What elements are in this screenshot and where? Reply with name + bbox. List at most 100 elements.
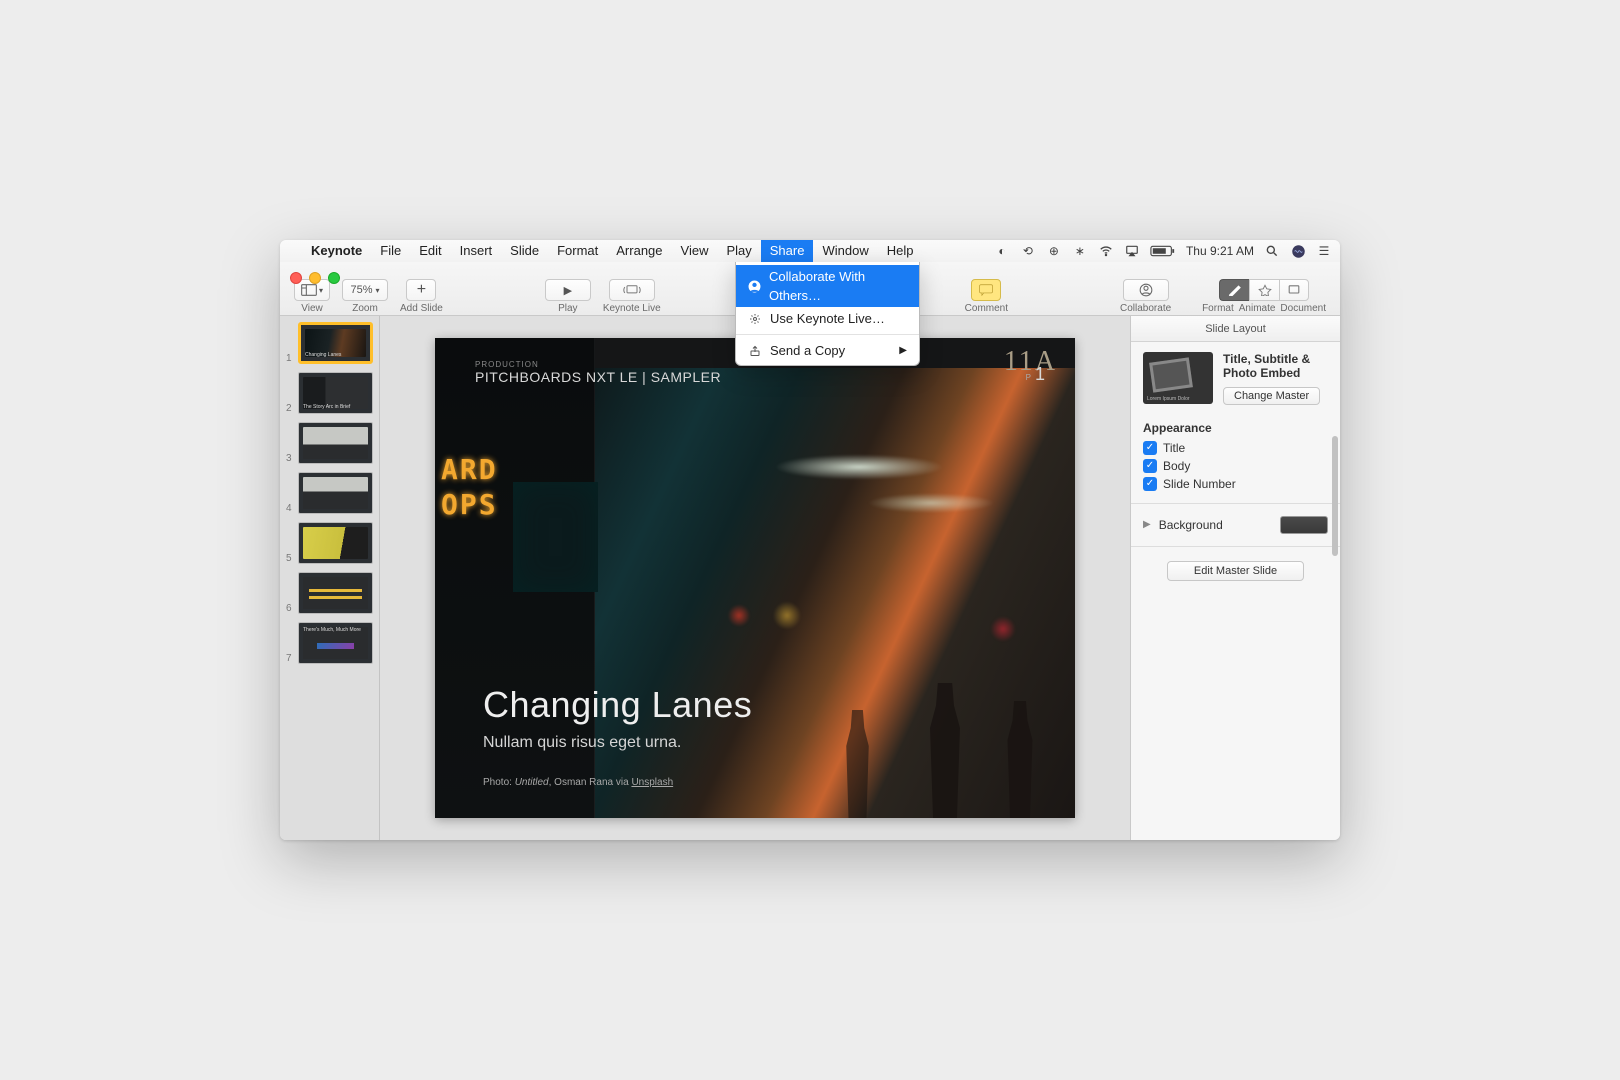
thumb-num: 5	[286, 553, 294, 564]
slide-production-label: PRODUCTION	[475, 360, 721, 369]
add-slide-button[interactable]: +	[406, 279, 436, 301]
thumb-label: The Story Arc in Brief	[303, 404, 350, 410]
checkbox-icon: ✓	[1143, 441, 1157, 455]
wifi-icon[interactable]	[1098, 243, 1114, 259]
zoom-button[interactable]: 75%▾	[342, 279, 388, 301]
share-send-copy[interactable]: Send a Copy ▶	[736, 339, 919, 362]
slide-page-num: 1	[1035, 364, 1045, 384]
chevron-right-icon: ▶	[899, 341, 907, 360]
menu-insert[interactable]: Insert	[451, 240, 502, 262]
led-text-2: OPS	[441, 488, 498, 521]
slide[interactable]: ARD OPS 11A PRODUCTION PITCHBOARDS NXT L…	[435, 338, 1075, 818]
person-circle-icon	[748, 280, 761, 293]
checkbox-title[interactable]: ✓ Title	[1143, 441, 1328, 455]
separator	[1131, 503, 1340, 504]
edit-master-button[interactable]: Edit Master Slide	[1167, 561, 1304, 581]
thumb-num: 4	[286, 503, 294, 514]
gear-icon	[748, 313, 762, 325]
zoom-value: 75%	[350, 284, 372, 296]
checkbox-slide-number[interactable]: ✓ Slide Number	[1143, 477, 1328, 491]
document-tab-label: Document	[1280, 303, 1326, 314]
spotlight-icon[interactable]	[1264, 243, 1280, 259]
disclosure-triangle-icon[interactable]: ▶	[1143, 519, 1151, 530]
comment-button[interactable]	[971, 279, 1001, 301]
background-row[interactable]: ▶ Background	[1143, 516, 1328, 534]
checkbox-title-label: Title	[1163, 441, 1185, 455]
menu-play[interactable]: Play	[717, 240, 760, 262]
play-button[interactable]: ▶	[545, 279, 591, 301]
close-button[interactable]	[290, 272, 302, 284]
share-send-copy-label: Send a Copy	[770, 341, 845, 360]
collaborate-button[interactable]	[1123, 279, 1169, 301]
slide-navigator[interactable]: 1 Changing Lanes 2 The Story Arc in Brie…	[280, 316, 380, 840]
inspector-tab[interactable]: Slide Layout	[1131, 316, 1340, 342]
collaborate-label: Collaborate	[1120, 303, 1171, 314]
zoom-label: Zoom	[352, 303, 378, 314]
checkbox-body[interactable]: ✓Body	[1143, 459, 1328, 473]
slide-thumb-1[interactable]: 1 Changing Lanes	[286, 322, 373, 364]
animate-tab-label: Animate	[1239, 303, 1276, 314]
dropdown-separator	[736, 334, 919, 335]
thumb-num: 3	[286, 453, 294, 464]
credit-source: Unsplash	[631, 777, 673, 788]
share-icon	[748, 345, 762, 357]
scrollbar[interactable]	[1332, 436, 1338, 556]
menu-window[interactable]: Window	[813, 240, 877, 262]
slide-thumb-7[interactable]: 7 There's Much, Much More	[286, 622, 373, 664]
maximize-button[interactable]	[328, 272, 340, 284]
slide-thumb-3[interactable]: 3	[286, 422, 373, 464]
window-controls	[290, 272, 340, 284]
master-thumb-label: Lorem Ipsum Dolor	[1147, 396, 1190, 402]
slide-thumb-4[interactable]: 4	[286, 472, 373, 514]
format-tab-label: Format	[1202, 303, 1234, 314]
animate-tab[interactable]	[1249, 279, 1279, 301]
menu-file[interactable]: File	[371, 240, 410, 262]
format-tab[interactable]	[1219, 279, 1249, 301]
slide-canvas[interactable]: ARD OPS 11A PRODUCTION PITCHBOARDS NXT L…	[380, 316, 1130, 840]
menu-arrange[interactable]: Arrange	[607, 240, 671, 262]
slide-thumb-6[interactable]: 6	[286, 572, 373, 614]
figure-silhouette	[835, 698, 880, 818]
background-swatch[interactable]	[1280, 516, 1328, 534]
background-label: Background	[1159, 518, 1223, 532]
checkbox-slidenum-label: Slide Number	[1163, 477, 1236, 491]
master-name: Title, Subtitle & Photo Embed	[1223, 352, 1328, 381]
slide-credit[interactable]: Photo: Untitled, Osman Rana via Unsplash	[483, 777, 673, 788]
time-machine-icon[interactable]: ⟲	[1020, 243, 1036, 259]
slide-pitch: PITCHBOARDS NXT LE | SAMPLER	[475, 369, 721, 385]
slide-thumb-2[interactable]: 2 The Story Arc in Brief	[286, 372, 373, 414]
menubar-clock[interactable]: Thu 9:21 AM	[1186, 244, 1254, 258]
status-icon-1[interactable]: ◐	[994, 243, 1010, 259]
slide-title[interactable]: Changing Lanes	[483, 684, 752, 726]
inspector: Slide Layout Lorem Ipsum Dolor Title, Su…	[1130, 316, 1340, 840]
share-collaborate[interactable]: Collaborate With Others…	[736, 265, 919, 307]
notification-center-icon[interactable]: ☰	[1316, 243, 1332, 259]
status-icon-3[interactable]: ⊕	[1046, 243, 1062, 259]
master-thumbnail: Lorem Ipsum Dolor	[1143, 352, 1213, 404]
menu-slide[interactable]: Slide	[501, 240, 548, 262]
menu-edit[interactable]: Edit	[410, 240, 450, 262]
checkbox-icon: ✓	[1143, 477, 1157, 491]
keynote-live-button[interactable]	[609, 279, 655, 301]
checkbox-icon: ✓	[1143, 459, 1157, 473]
minimize-button[interactable]	[309, 272, 321, 284]
menu-format[interactable]: Format	[548, 240, 607, 262]
bluetooth-icon[interactable]: ∗	[1072, 243, 1088, 259]
slide-thumb-5[interactable]: 5	[286, 522, 373, 564]
battery-icon[interactable]	[1150, 243, 1176, 259]
menu-view[interactable]: View	[672, 240, 718, 262]
airplay-icon[interactable]	[1124, 243, 1140, 259]
menu-app[interactable]: Keynote	[302, 240, 371, 262]
thumb-num: 7	[286, 653, 294, 664]
siri-icon[interactable]	[1290, 243, 1306, 259]
thumb-num: 6	[286, 603, 294, 614]
credit-label: Photo:	[483, 777, 515, 788]
slide-page-prefix: P	[1026, 373, 1031, 382]
document-tab[interactable]	[1279, 279, 1309, 301]
slide-subtitle[interactable]: Nullam quis risus eget urna.	[483, 734, 681, 752]
menu-help[interactable]: Help	[878, 240, 923, 262]
menu-share[interactable]: Share	[761, 240, 814, 262]
change-master-button[interactable]: Change Master	[1223, 387, 1320, 405]
add-slide-label: Add Slide	[400, 303, 443, 314]
share-keynote-live[interactable]: Use Keynote Live…	[736, 307, 919, 330]
